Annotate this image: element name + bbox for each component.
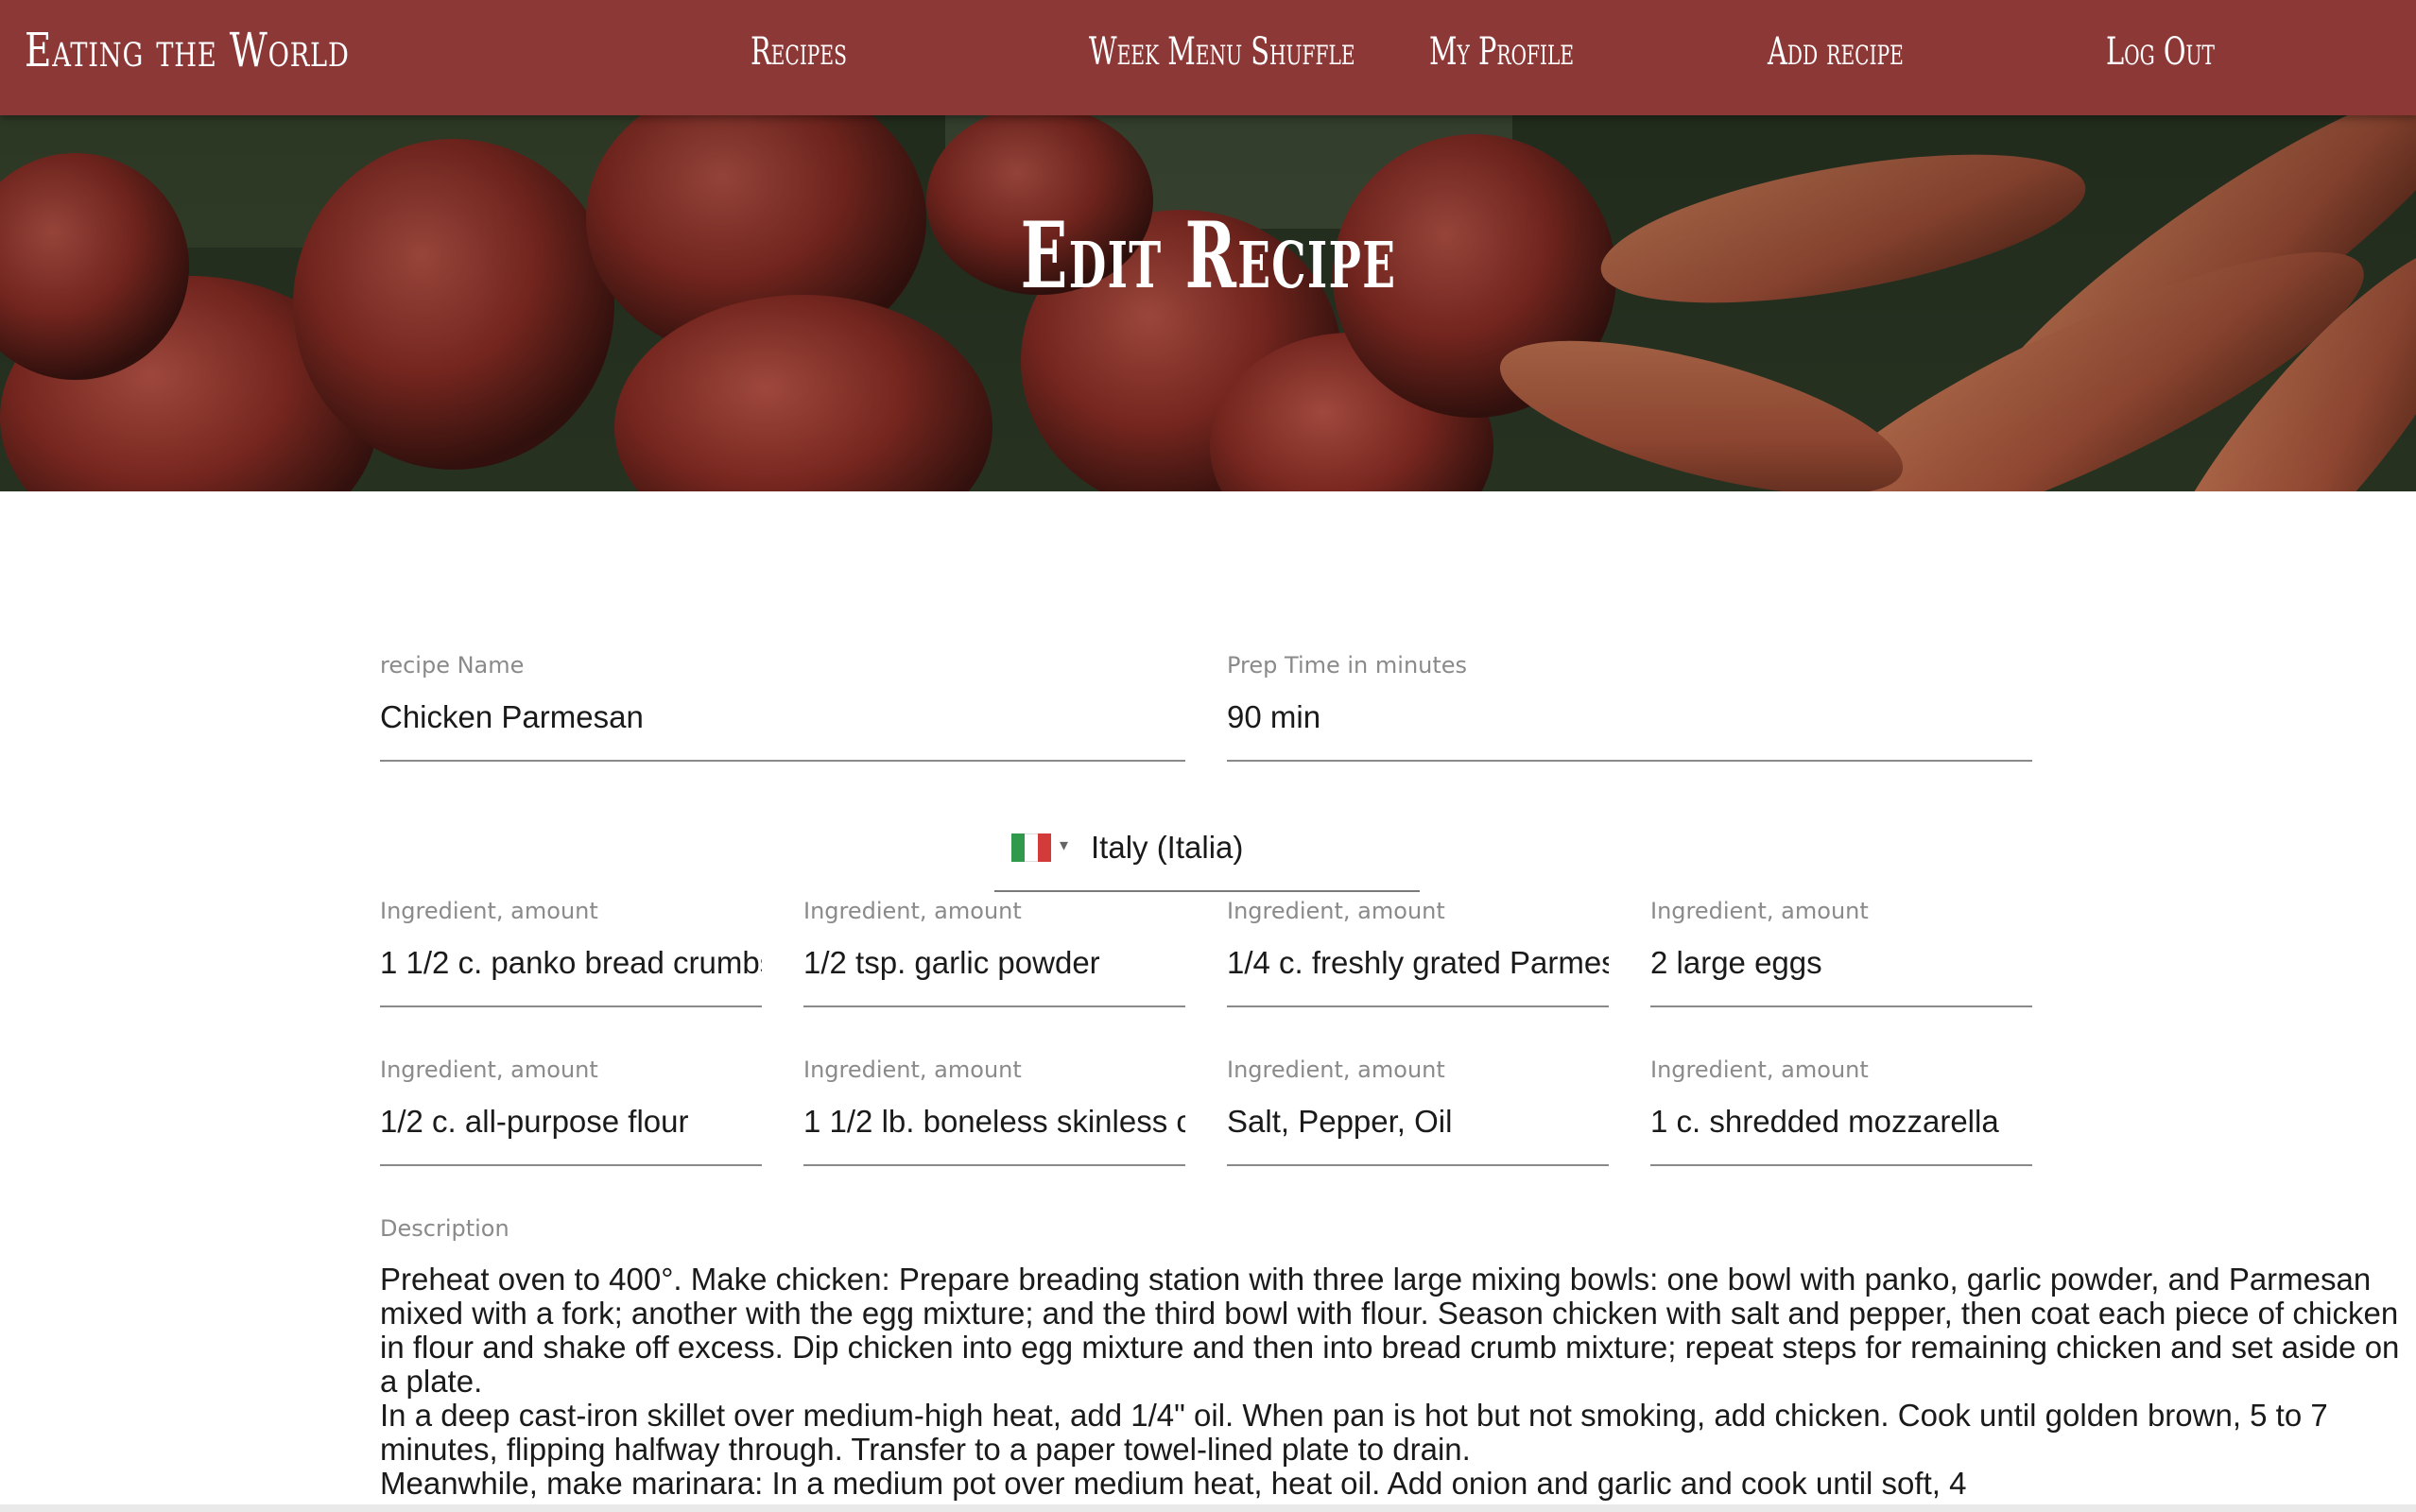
country-select[interactable]: ▾ Italy (Italia) — [994, 818, 1420, 892]
description-label: Description — [380, 1215, 509, 1242]
ingredient-field: Ingredient, amount 1 1/2 lb. boneless sk… — [803, 1057, 1185, 1166]
ingredient-label: Ingredient, amount — [1227, 898, 1445, 924]
ingredient-label: Ingredient, amount — [803, 898, 1022, 924]
recipe-name-field: recipe Name Chicken Parmesan — [380, 652, 1185, 762]
ingredient-field: Ingredient, amount 1/2 tsp. garlic powde… — [803, 898, 1185, 1007]
ingredient-input[interactable]: Salt, Pepper, Oil — [1227, 1104, 1609, 1145]
description-paragraph: Meanwhile, make marinara: In a medium po… — [380, 1466, 1967, 1501]
ingredient-input[interactable]: 1 1/2 c. panko bread crumbs — [380, 945, 762, 987]
ingredient-input[interactable]: 2 large eggs — [1650, 945, 2032, 987]
nav-link-week-menu-shuffle[interactable]: Week Menu Shuffle — [1089, 30, 1355, 74]
ingredient-label: Ingredient, amount — [380, 1057, 598, 1083]
nav-link-log-out[interactable]: Log Out — [2106, 30, 2215, 74]
recipe-name-label: recipe Name — [380, 652, 525, 679]
ingredient-field: Ingredient, amount 1 1/2 c. panko bread … — [380, 898, 762, 1007]
brand-logo-link[interactable]: Eating the World — [25, 23, 350, 77]
ingredient-label: Ingredient, amount — [1650, 1057, 1869, 1083]
prep-time-field: Prep Time in minutes 90 min — [1227, 652, 2032, 762]
hero-banner: Edit Recipe — [0, 115, 2416, 491]
horizontal-scrollbar[interactable] — [0, 1504, 2416, 1512]
ingredient-input[interactable]: 1/2 tsp. garlic powder — [803, 945, 1185, 987]
ingredient-field: Ingredient, amount 1/4 c. freshly grated… — [1227, 898, 1609, 1007]
nav-link-add-recipe[interactable]: Add recipe — [1768, 30, 1904, 74]
prep-time-label: Prep Time in minutes — [1227, 652, 1468, 679]
ingredient-label: Ingredient, amount — [380, 898, 598, 924]
top-navbar: Eating the World Recipes Week Menu Shuff… — [0, 0, 2416, 115]
ingredient-field: Ingredient, amount 1 c. shredded mozzare… — [1650, 1057, 2032, 1166]
nav-link-recipes[interactable]: Recipes — [751, 30, 847, 74]
description-paragraph: In a deep cast-iron skillet over medium-… — [380, 1398, 2337, 1467]
caret-down-icon[interactable]: ▾ — [1060, 835, 1068, 855]
ingredient-field: Ingredient, amount Salt, Pepper, Oil — [1227, 1057, 1609, 1166]
ingredient-input[interactable]: 1/4 c. freshly grated Parmesan — [1227, 945, 1609, 987]
recipe-name-input[interactable]: Chicken Parmesan — [380, 699, 1185, 741]
description-textarea[interactable]: Preheat oven to 400°. Make chicken: Prep… — [380, 1263, 2412, 1512]
ingredient-field: Ingredient, amount 2 large eggs — [1650, 898, 2032, 1007]
ingredient-input[interactable]: 1/2 c. all-purpose flour — [380, 1104, 762, 1145]
ingredient-label: Ingredient, amount — [803, 1057, 1022, 1083]
description-paragraph: Preheat oven to 400°. Make chicken: Prep… — [380, 1263, 2408, 1399]
ingredient-label: Ingredient, amount — [1650, 898, 1869, 924]
page-title: Edit Recipe — [1020, 202, 1396, 309]
prep-time-input[interactable]: 90 min — [1227, 699, 2032, 741]
ingredient-field: Ingredient, amount 1/2 c. all-purpose fl… — [380, 1057, 762, 1166]
nav-link-my-profile[interactable]: My Profile — [1429, 30, 1574, 74]
country-name: Italy (Italia) — [1091, 830, 1244, 865]
ingredient-input[interactable]: 1 1/2 lb. boneless skinless chicken brea… — [803, 1104, 1185, 1145]
ingredient-input[interactable]: 1 c. shredded mozzarella — [1650, 1104, 2032, 1145]
italy-flag-icon — [1011, 833, 1051, 862]
ingredient-label: Ingredient, amount — [1227, 1057, 1445, 1083]
